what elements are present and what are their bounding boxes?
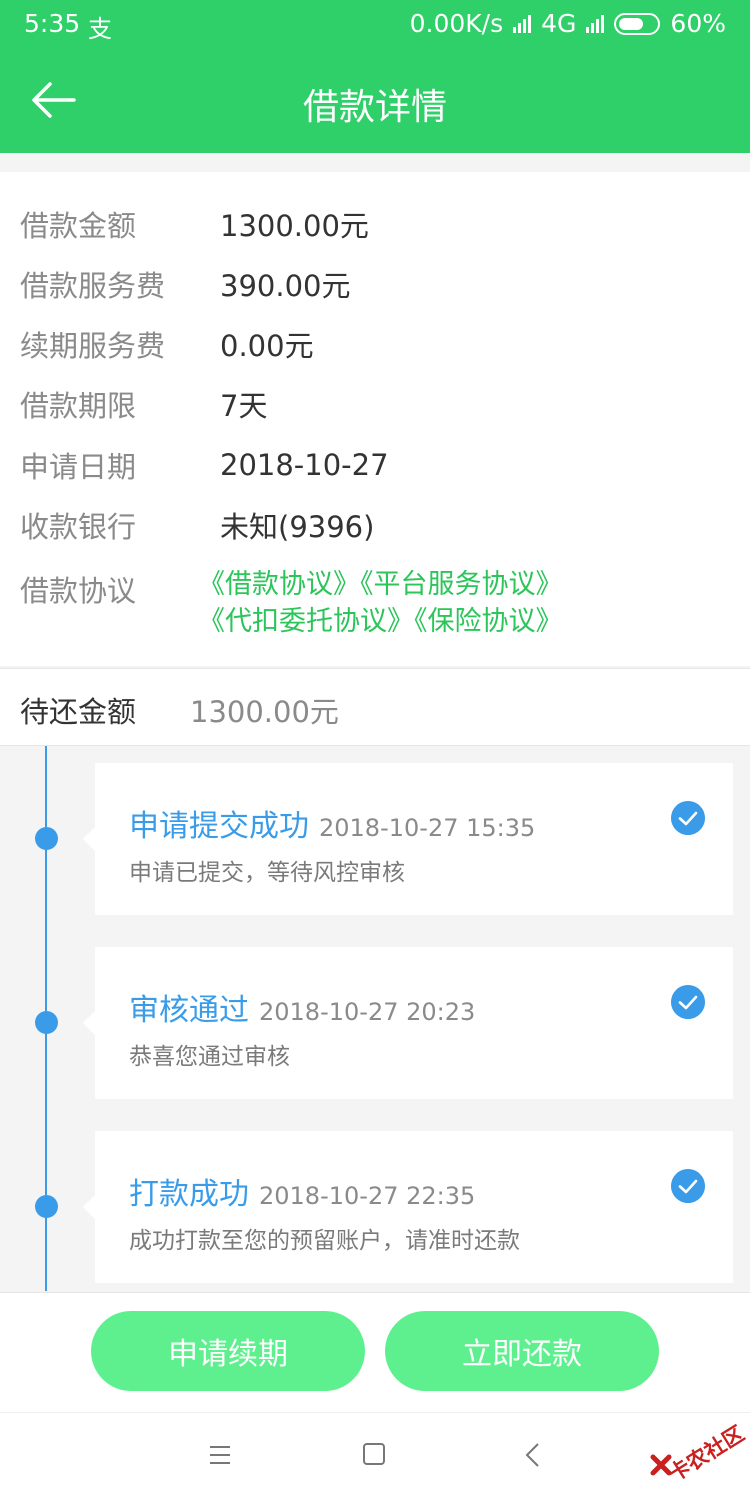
agreement-links: 《借款协议》《平台服务协议》 《代扣委托协议》《保险协议》 [198, 566, 563, 640]
home-icon[interactable] [363, 1443, 385, 1465]
timeline-desc: 成功打款至您的预留账户，请准时还款 [129, 1228, 520, 1254]
progress-timeline: 申请提交成功 2018-10-27 15:35 申请已提交，等待风控审核 审核通过… [0, 746, 750, 1291]
detail-label: 借款服务费 [20, 269, 166, 303]
network-type: 4G [541, 9, 577, 38]
detail-label: 申请日期 [20, 450, 137, 484]
detail-value: 未知(9396) [220, 510, 375, 544]
agreement-label: 借款协议 [20, 574, 137, 608]
timeline-title-text: 打款成功 [129, 1177, 249, 1212]
app-header: 5:35 支 0.00K/s 4G 60% 借款详情 [0, 0, 750, 153]
timeline-title-text: 审核通过 [129, 993, 249, 1028]
detail-label: 续期服务费 [20, 329, 166, 363]
net-speed: 0.00K/s [409, 9, 504, 38]
timeline-title: 申请提交成功 2018-10-27 15:35 [129, 801, 535, 845]
check-circle-icon [671, 801, 705, 835]
timeline-card-submitted: 申请提交成功 2018-10-27 15:35 申请已提交，等待风控审核 [83, 763, 733, 915]
detail-row-service-fee: 借款服务费 390.00元 [20, 264, 350, 304]
timeline-card-disbursed: 打款成功 2018-10-27 22:35 成功打款至您的预留账户，请准时还款 [83, 1131, 733, 1283]
detail-value: 1300.00元 [220, 209, 369, 243]
timeline-time: 2018-10-27 22:35 [259, 1182, 476, 1210]
timeline-dot [35, 827, 58, 850]
signal-icon-2 [586, 14, 605, 33]
agreement-link-withhold[interactable]: 《代扣委托协议》 [198, 606, 414, 637]
timeline-title: 打款成功 2018-10-27 22:35 [129, 1169, 475, 1213]
renew-button[interactable]: 申请续期 [91, 1311, 365, 1391]
pending-label: 待还金额 [20, 695, 137, 729]
status-right: 0.00K/s 4G 60% [410, 9, 726, 38]
agreement-link-platform[interactable]: 《平台服务协议》 [360, 569, 563, 600]
menu-icon[interactable] [208, 1445, 232, 1465]
detail-value: 7天 [220, 389, 268, 423]
system-nav-bar [0, 1412, 750, 1500]
signal-icon [513, 14, 532, 33]
repay-button[interactable]: 立即还款 [385, 1311, 659, 1391]
battery-level: 60% [670, 9, 726, 38]
watermark-text: 卡农社区 [664, 1421, 749, 1487]
alipay-icon: 支 [88, 15, 112, 43]
loan-detail-panel: 借款金额 1300.00元 借款服务费 390.00元 续期服务费 0.00元 … [0, 172, 750, 666]
check-circle-icon [671, 985, 705, 1019]
timeline-title: 审核通过 2018-10-27 20:23 [129, 985, 475, 1029]
nav-bar: 借款详情 [0, 50, 750, 153]
detail-row-bank: 收款银行 未知(9396) [20, 505, 374, 545]
detail-row-date: 申请日期 2018-10-27 [20, 445, 389, 485]
detail-value: 390.00元 [220, 269, 351, 303]
watermark-logo: 卡农社区 [648, 1418, 749, 1486]
detail-label: 收款银行 [20, 510, 137, 544]
agreement-link-loan[interactable]: 《借款协议》 [198, 569, 360, 600]
timeline-dot [35, 1195, 58, 1218]
timeline-time: 2018-10-27 15:35 [319, 814, 536, 842]
bottom-action-bar: 申请续期 立即还款 [0, 1292, 750, 1412]
agreement-link-insurance[interactable]: 《保险协议》 [414, 606, 563, 637]
detail-row-amount: 借款金额 1300.00元 [20, 204, 369, 244]
page-title: 借款详情 [302, 87, 447, 128]
detail-value: 2018-10-27 [220, 448, 389, 482]
detail-label: 借款期限 [20, 389, 137, 423]
status-bar: 5:35 支 0.00K/s 4G 60% [0, 0, 750, 50]
timeline-desc: 恭喜您通过审核 [129, 1044, 290, 1070]
timeline-time: 2018-10-27 20:23 [259, 998, 476, 1026]
pending-value: 1300.00元 [190, 695, 339, 729]
timeline-dot [35, 1011, 58, 1034]
status-time: 5:35 [24, 9, 81, 38]
timeline-card-approved: 审核通过 2018-10-27 20:23 恭喜您通过审核 [83, 947, 733, 1099]
timeline-title-text: 申请提交成功 [129, 809, 309, 844]
timeline-desc: 申请已提交，等待风控审核 [129, 860, 405, 886]
detail-row-renew-fee: 续期服务费 0.00元 [20, 324, 314, 364]
detail-row-term: 借款期限 7天 [20, 384, 267, 424]
battery-icon [614, 12, 661, 35]
pending-amount-row: 待还金额 1300.00元 [0, 668, 750, 746]
detail-value: 0.00元 [220, 329, 314, 363]
nav-back-icon[interactable] [520, 1441, 544, 1469]
check-circle-icon [671, 1169, 705, 1203]
detail-label: 借款金额 [20, 209, 137, 243]
